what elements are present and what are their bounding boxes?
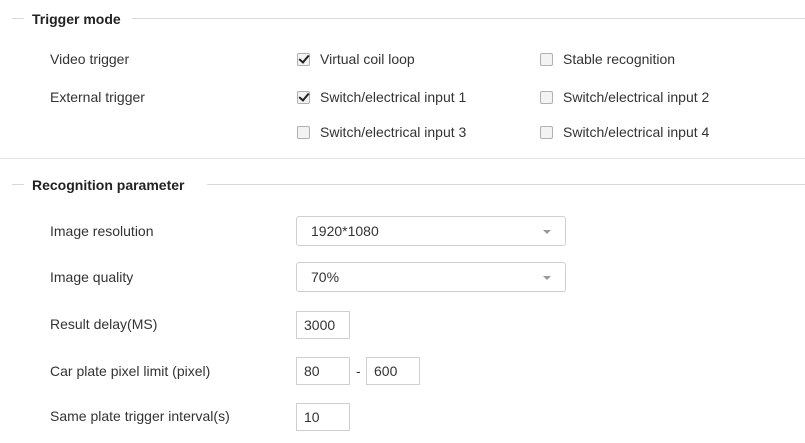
header-line-left xyxy=(12,184,24,185)
recognition-parameter-header: Recognition parameter xyxy=(12,175,805,195)
image-quality-value: 70% xyxy=(311,269,340,285)
checkbox-unchecked-icon[interactable] xyxy=(297,125,310,139)
virtual-coil-loop-checkbox[interactable]: Virtual coil loop xyxy=(297,49,415,69)
image-resolution-select[interactable]: 1920*1080 xyxy=(296,216,566,246)
image-quality-select[interactable]: 70% xyxy=(296,262,566,292)
checkbox-label: Switch/electrical input 3 xyxy=(320,124,467,140)
checkbox-unchecked-icon[interactable] xyxy=(540,125,553,139)
image-quality-label: Image quality xyxy=(50,269,134,285)
same-plate-interval-label: Same plate trigger interval(s) xyxy=(50,408,230,424)
same-plate-interval-input[interactable] xyxy=(296,403,350,431)
trigger-mode-title: Trigger mode xyxy=(32,9,127,29)
pixel-limit-min-input[interactable] xyxy=(296,357,350,385)
range-separator: - xyxy=(356,363,361,379)
pixel-limit-max-input[interactable] xyxy=(366,357,420,385)
checkbox-unchecked-icon[interactable] xyxy=(540,90,553,104)
checkbox-unchecked-icon[interactable] xyxy=(540,52,553,66)
chevron-down-icon xyxy=(543,230,551,234)
image-resolution-value: 1920*1080 xyxy=(311,223,379,239)
switch-input-3-checkbox[interactable]: Switch/electrical input 3 xyxy=(297,122,466,142)
checkbox-checked-icon[interactable] xyxy=(297,90,310,104)
header-line-left xyxy=(12,18,24,19)
external-trigger-label: External trigger xyxy=(50,89,145,105)
video-trigger-label: Video trigger xyxy=(50,51,130,67)
chevron-down-icon xyxy=(543,276,551,280)
checkbox-label: Stable recognition xyxy=(563,51,676,67)
switch-input-2-checkbox[interactable]: Switch/electrical input 2 xyxy=(540,87,709,107)
header-line-right xyxy=(132,18,805,19)
checkbox-label: Switch/electrical input 1 xyxy=(320,89,467,105)
image-resolution-label: Image resolution xyxy=(50,223,154,239)
recognition-parameter-title: Recognition parameter xyxy=(32,175,191,195)
checkbox-checked-icon[interactable] xyxy=(297,52,310,66)
switch-input-1-checkbox[interactable]: Switch/electrical input 1 xyxy=(297,87,466,107)
switch-input-4-checkbox[interactable]: Switch/electrical input 4 xyxy=(540,122,709,142)
header-line-right xyxy=(207,184,805,185)
checkbox-label: Switch/electrical input 2 xyxy=(563,89,710,105)
checkbox-label: Switch/electrical input 4 xyxy=(563,124,710,140)
checkbox-label: Virtual coil loop xyxy=(320,51,415,67)
stable-recognition-checkbox[interactable]: Stable recognition xyxy=(540,49,675,69)
trigger-mode-header: Trigger mode xyxy=(12,9,805,29)
section-divider xyxy=(0,158,805,159)
result-delay-input[interactable] xyxy=(296,311,350,339)
result-delay-label: Result delay(MS) xyxy=(50,316,158,332)
pixel-limit-label: Car plate pixel limit (pixel) xyxy=(50,363,211,379)
